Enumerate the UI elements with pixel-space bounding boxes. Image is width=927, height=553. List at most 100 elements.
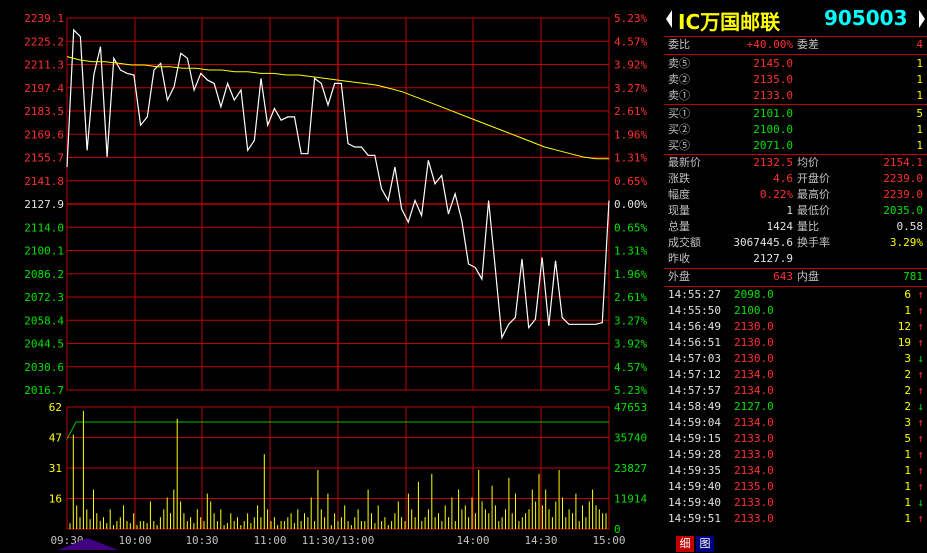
ask-label: 卖⑤ [668,57,690,70]
security-name: IC万国邮联 [678,10,781,34]
time-tick-label: 14:00 [456,534,489,547]
tick-direction-icon: ↑ [917,416,924,429]
percent-tick-label: 0.65% [614,175,647,188]
time-tick-label: 11:30/13:00 [302,534,375,547]
bid-label: 买⑤ [668,139,690,152]
tick-volume: 1 [904,512,911,525]
tick-row: 14:58:49 2127.0 2 ↓ [664,399,927,415]
tick-price: 2134.0 [734,416,774,429]
stat-value: 2132.5 [753,156,793,169]
tick-volume: 2 [904,384,911,397]
stat-row: 最新价 2132.5 均价 2154.1 [664,155,927,171]
tick-time: 14:55:27 [668,288,721,301]
price-tick-label: 2086.2 [24,268,64,281]
tick-volume: 1 [904,464,911,477]
volume-right-label: 23827 [614,462,647,475]
stat-value: 2127.9 [753,252,793,265]
tick-price: 2133.0 [734,512,774,525]
tick-row: 14:59:40 2135.0 1 ↑ [664,479,927,495]
tick-time: 14:59:51 [668,512,721,525]
bid-row: 买⑤ 2071.0 1 [664,138,927,154]
price-tick-label: 2225.2 [24,35,64,48]
tick-direction-icon: ↑ [917,368,924,381]
tick-row: 14:59:15 2133.0 5 ↑ [664,431,927,447]
tick-volume: 19 [897,336,911,349]
percent-tick-label: 4.57% [614,361,647,374]
percent-tick-label: 1.31% [614,152,647,165]
volume-right-label: 35740 [614,432,647,445]
tab-detail[interactable]: 细 [676,536,694,552]
tick-price: 2134.0 [734,384,774,397]
bid-label: 买① [668,107,690,120]
volume-right-label: 11914 [614,493,647,506]
bid-volume: 1 [916,139,923,152]
tick-row: 14:59:51 2133.0 1 ↑ [664,511,927,527]
tick-time: 14:56:49 [668,320,721,333]
tick-volume: 1 [904,480,911,493]
price-tick-label: 2030.6 [24,361,64,374]
percent-tick-label: 1.96% [614,128,647,141]
intraday-chart[interactable]: 2239.1 5.23% 2225.2 4.57% 2211.3 3.92% 2197.4 3… [0,0,664,553]
tick-row: 14:56:51 2130.0 19 ↑ [664,335,927,351]
bid-volume: 1 [916,123,923,136]
percent-tick-label: 1.96% [614,268,647,281]
tick-direction-icon: ↑ [917,512,924,525]
ask-price: 2135.0 [753,73,793,86]
tick-direction-icon: ↑ [917,432,924,445]
stat-value: 2035.0 [883,204,923,217]
next-arrow-icon[interactable] [919,10,925,28]
tick-row: 14:59:35 2134.0 1 ↑ [664,463,927,479]
tab-chart[interactable]: 图 [696,536,714,552]
stat-value: 2154.1 [883,156,923,169]
tick-price: 2133.0 [734,496,774,509]
percent-tick-label: 2.61% [614,291,647,304]
stat-row: 成交额 3067445.6 换手率 3.29% [664,235,927,251]
percent-tick-label: 3.92% [614,59,647,72]
bid-volume: 5 [916,107,923,120]
volume-tick-label: 47 [49,432,62,445]
bid-price: 2101.0 [753,107,793,120]
ask-row: 卖⑤ 2145.0 1 [664,56,927,72]
prev-arrow-icon[interactable] [666,10,672,28]
price-tick-label: 2239.1 [24,12,64,25]
price-tick-label: 2169.6 [24,128,64,141]
tick-volume: 6 [904,288,911,301]
tick-price: 2134.0 [734,464,774,477]
stat-label: 最低价 [797,204,830,217]
price-tick-label: 2016.7 [24,384,64,397]
stat-label: 总量 [668,220,690,233]
tick-price: 2135.0 [734,480,774,493]
tick-volume: 1 [904,448,911,461]
price-tick-label: 2155.7 [24,152,64,165]
percent-tick-label: 5.23% [614,384,647,397]
tick-price: 2134.0 [734,368,774,381]
tick-direction-icon: ↓ [917,352,924,365]
percent-tick-label: 3.92% [614,338,647,351]
tick-price: 2130.0 [734,336,774,349]
price-tick-label: 2141.8 [24,175,64,188]
neipan-label: 内盘 [797,270,819,283]
time-tick-label: 11:00 [253,534,286,547]
tick-direction-icon: ↓ [917,496,924,509]
price-tick-label: 2100.1 [24,245,64,258]
security-code: 905003 [824,6,908,30]
tick-row: 14:59:40 2133.0 1 ↓ [664,495,927,511]
stat-label: 涨跌 [668,172,690,185]
ask-volume: 1 [916,89,923,102]
percent-tick-label: 1.31% [614,245,647,258]
tick-price: 2130.0 [734,320,774,333]
ask-volume: 1 [916,73,923,86]
weibi-value: +40.00% [746,38,793,51]
ask-label: 卖① [668,89,690,102]
quote-panel: IC万国邮联 905003 委比 +40.00% 委差 4 卖⑤ 2145.0 1 卖… [664,0,927,553]
price-tick-label: 2072.3 [24,291,64,304]
tick-volume: 2 [904,400,911,413]
tick-time: 14:59:04 [668,416,721,429]
neipan-value: 781 [903,270,923,283]
price-tick-label: 2114.0 [24,221,64,234]
stat-row: 现量 1 最低价 2035.0 [664,203,927,219]
tick-price: 2098.0 [734,288,774,301]
tick-time: 14:59:40 [668,496,721,509]
tick-volume: 5 [904,432,911,445]
tick-volume: 1 [904,496,911,509]
